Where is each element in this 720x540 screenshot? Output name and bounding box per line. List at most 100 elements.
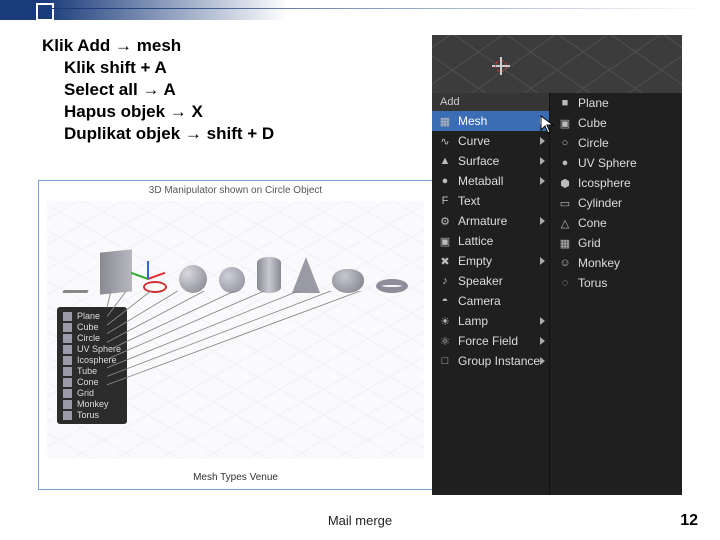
add-menu-item-metaball[interactable]: ●Metaball [432,171,549,191]
chevron-right-icon [540,177,545,185]
shape-label-row: Circle [63,333,121,343]
add-menu-item-lamp[interactable]: ☀ Lamp [432,311,549,331]
shape-label-row: Tube [63,366,121,376]
shape-label-row: Cube [63,322,121,332]
shape-uvsphere [179,265,207,293]
menu-item-label: Lamp [458,314,488,328]
shape-label-icon [63,378,72,387]
monkey-icon: ☺ [558,256,572,270]
add-menu-item-camera[interactable]: ◓Camera [432,291,549,311]
shape-label-text: Icosphere [77,355,117,365]
menu-item-label: Monkey [578,256,620,270]
mesh-menu-item-circle[interactable]: ○Circle [550,133,682,153]
chevron-right-icon [540,337,545,345]
shape-label-text: Grid [77,388,94,398]
menu-item-label: Armature [458,214,507,228]
group-instance-icon: □ [438,354,452,368]
menu-item-label: Icosphere [578,176,631,190]
add-menu-item-armature[interactable]: ⚙ Armature [432,211,549,231]
shape-label-icon [63,323,72,332]
mesh-menu-item-cone[interactable]: △ Cone [550,213,682,233]
add-menu-item-curve[interactable]: ∿Curve [432,131,549,151]
chevron-right-icon [540,217,545,225]
shape-label-text: Tube [77,366,97,376]
armature-icon: ⚙ [438,214,452,228]
surface-icon: ▲ [438,154,452,168]
add-menu-item-surface[interactable]: ▲ Surface [432,151,549,171]
menu-item-label: Cube [578,116,607,130]
camera-icon: ◓ [438,294,452,308]
add-menu: Add ▦ Mesh ∿Curve ▲ Surface ●Metaball F Text ⚙ Ar… [432,93,550,495]
menu-item-label: Surface [458,154,499,168]
figure-caption: Mesh Types Venue [39,472,432,483]
shape-cylinder [257,257,281,293]
icosphere-icon: ⬢ [558,176,572,190]
add-menu-item-lattice[interactable]: ▣ Lattice [432,231,549,251]
shape-row [47,251,424,293]
shape-label-icon [63,312,72,321]
shape-label-row: Icosphere [63,355,121,365]
mesh-menu-item-icosphere[interactable]: ⬢ Icosphere [550,173,682,193]
add-menu-item-group-instance[interactable]: □Group Instance [432,351,549,371]
menu-item-label: Text [458,194,480,208]
instructions-block: Klik Add → mesh Klik shift + A Select al… [42,35,274,145]
mesh-menu-item-cylinder[interactable]: ▭Cylinder [550,193,682,213]
lattice-icon: ▣ [438,234,452,248]
add-menu-header: Add [432,93,549,111]
shape-label-icon [63,345,72,354]
mesh-menu-item-torus[interactable]: ◌ Torus [550,273,682,293]
mesh-submenu: ■ Plane ▣ Cube ○Circle●UV Sphere ⬢ Icosphere ▭C… [550,93,682,495]
shape-label-icon [63,389,72,398]
mesh-icon: ▦ [438,114,452,128]
menu-item-label: Curve [458,134,490,148]
shape-label-row: Monkey [63,399,121,409]
shape-cone [292,257,320,293]
menu-item-label: Torus [578,276,607,290]
mesh-menu-item-uv-sphere[interactable]: ●UV Sphere [550,153,682,173]
menu-item-label: Lattice [458,234,493,248]
menu-item-label: UV Sphere [578,156,637,170]
blender-screenshot: Add ▦ Mesh ∿Curve ▲ Surface ●Metaball F Text ⚙ Ar… [432,35,682,495]
add-menu-item-speaker[interactable]: ♪Speaker [432,271,549,291]
plane-icon: ■ [558,96,572,110]
cone-icon: △ [558,216,572,230]
blender-viewport [432,35,682,93]
cube-icon: ▣ [558,116,572,130]
text-icon: F [438,194,452,208]
lamp-icon: ☀ [438,314,452,328]
mesh-menu-item-cube[interactable]: ▣ Cube [550,113,682,133]
menu-item-label: Cone [578,216,607,230]
menu-item-label: Cylinder [578,196,622,210]
mesh-menu-item-plane[interactable]: ■ Plane [550,93,682,113]
torus-icon: ◌ [558,276,572,290]
mesh-types-figure: 3D Manipulator shown on Circle Object Pl… [38,180,433,490]
shape-label-text: UV Sphere [77,344,121,354]
instruction-line: Klik shift + A [64,57,274,79]
instruction-line: Hapus objek → X [64,101,274,123]
leader-lines [107,291,414,419]
menu-item-label: Plane [578,96,609,110]
shape-label-icon [63,356,72,365]
menu-item-label: Speaker [458,274,503,288]
add-menu-item-empty[interactable]: ✖Empty [432,251,549,271]
shape-plane [62,290,88,293]
shape-label-row: Torus [63,410,121,420]
menu-item-label: Mesh [458,114,487,128]
menu-item-label: Grid [578,236,601,250]
shape-label-text: Monkey [77,399,109,409]
shape-label-row: UV Sphere [63,344,121,354]
page-number: 12 [680,512,698,530]
shape-label-icon [63,367,72,376]
mesh-menu-item-monkey[interactable]: ☺ Monkey [550,253,682,273]
add-menu-container: Add ▦ Mesh ∿Curve ▲ Surface ●Metaball F Text ⚙ Ar… [432,93,682,495]
axis-gizmo [133,263,163,293]
shape-label-text: Circle [77,333,100,343]
shape-label-panel: PlaneCubeCircleUV SphereIcosphereTubeCon… [57,307,127,424]
mesh-menu-item-grid[interactable]: ▦Grid [550,233,682,253]
shape-label-text: Cone [77,377,99,387]
shape-label-text: Plane [77,311,100,321]
add-menu-item-mesh[interactable]: ▦ Mesh [432,111,549,131]
chevron-right-icon [540,257,545,265]
add-menu-item-force-field[interactable]: ⚛Force Field [432,331,549,351]
add-menu-item-text[interactable]: F Text [432,191,549,211]
